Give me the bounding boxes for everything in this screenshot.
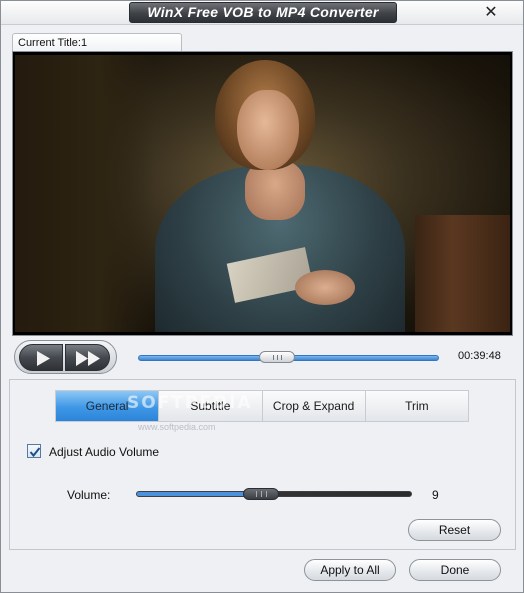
playback-button-group — [14, 340, 117, 374]
title-bar: WinX Free VOB to MP4 Converter ✕ — [1, 1, 523, 25]
watermark: SOFTPEDIA — [127, 393, 253, 413]
play-icon — [37, 351, 50, 366]
done-button[interactable]: Done — [409, 559, 501, 581]
close-icon[interactable]: ✕ — [481, 3, 501, 21]
reset-button[interactable]: Reset — [408, 519, 501, 541]
playback-time: 00:39:48 — [458, 350, 501, 362]
window-title: WinX Free VOB to MP4 Converter — [129, 2, 397, 23]
settings-panel: General Subtitle Crop & Expand Trim SOFT… — [9, 379, 516, 550]
volume-thumb[interactable] — [243, 488, 279, 500]
tab-trim[interactable]: Trim — [366, 391, 468, 421]
tab-crop-expand[interactable]: Crop & Expand — [263, 391, 366, 421]
playback-controls: 00:39:48 — [12, 338, 513, 378]
adjust-audio-checkbox[interactable] — [27, 444, 41, 458]
app-window: WinX Free VOB to MP4 Converter ✕ Current… — [0, 0, 524, 593]
tab-current-title[interactable]: Current Title:1 — [12, 33, 182, 52]
fast-forward-icon — [76, 351, 100, 366]
apply-to-all-button[interactable]: Apply to All — [304, 559, 396, 581]
adjust-audio-label: Adjust Audio Volume — [49, 445, 160, 459]
video-preview — [12, 51, 513, 336]
watermark-url: www.softpedia.com — [138, 422, 216, 432]
seek-thumb[interactable] — [259, 351, 295, 363]
footer-bar: Apply to All Done — [1, 551, 523, 593]
checkmark-icon — [29, 447, 41, 458]
seek-bar[interactable] — [138, 351, 439, 363]
volume-label: Volume: — [67, 488, 111, 502]
volume-value: 9 — [432, 488, 439, 502]
play-button[interactable] — [19, 344, 63, 371]
video-frame — [15, 55, 510, 332]
settings-tabs: General Subtitle Crop & Expand Trim — [55, 390, 469, 422]
fast-forward-button[interactable] — [65, 344, 110, 371]
volume-slider[interactable] — [136, 488, 412, 500]
